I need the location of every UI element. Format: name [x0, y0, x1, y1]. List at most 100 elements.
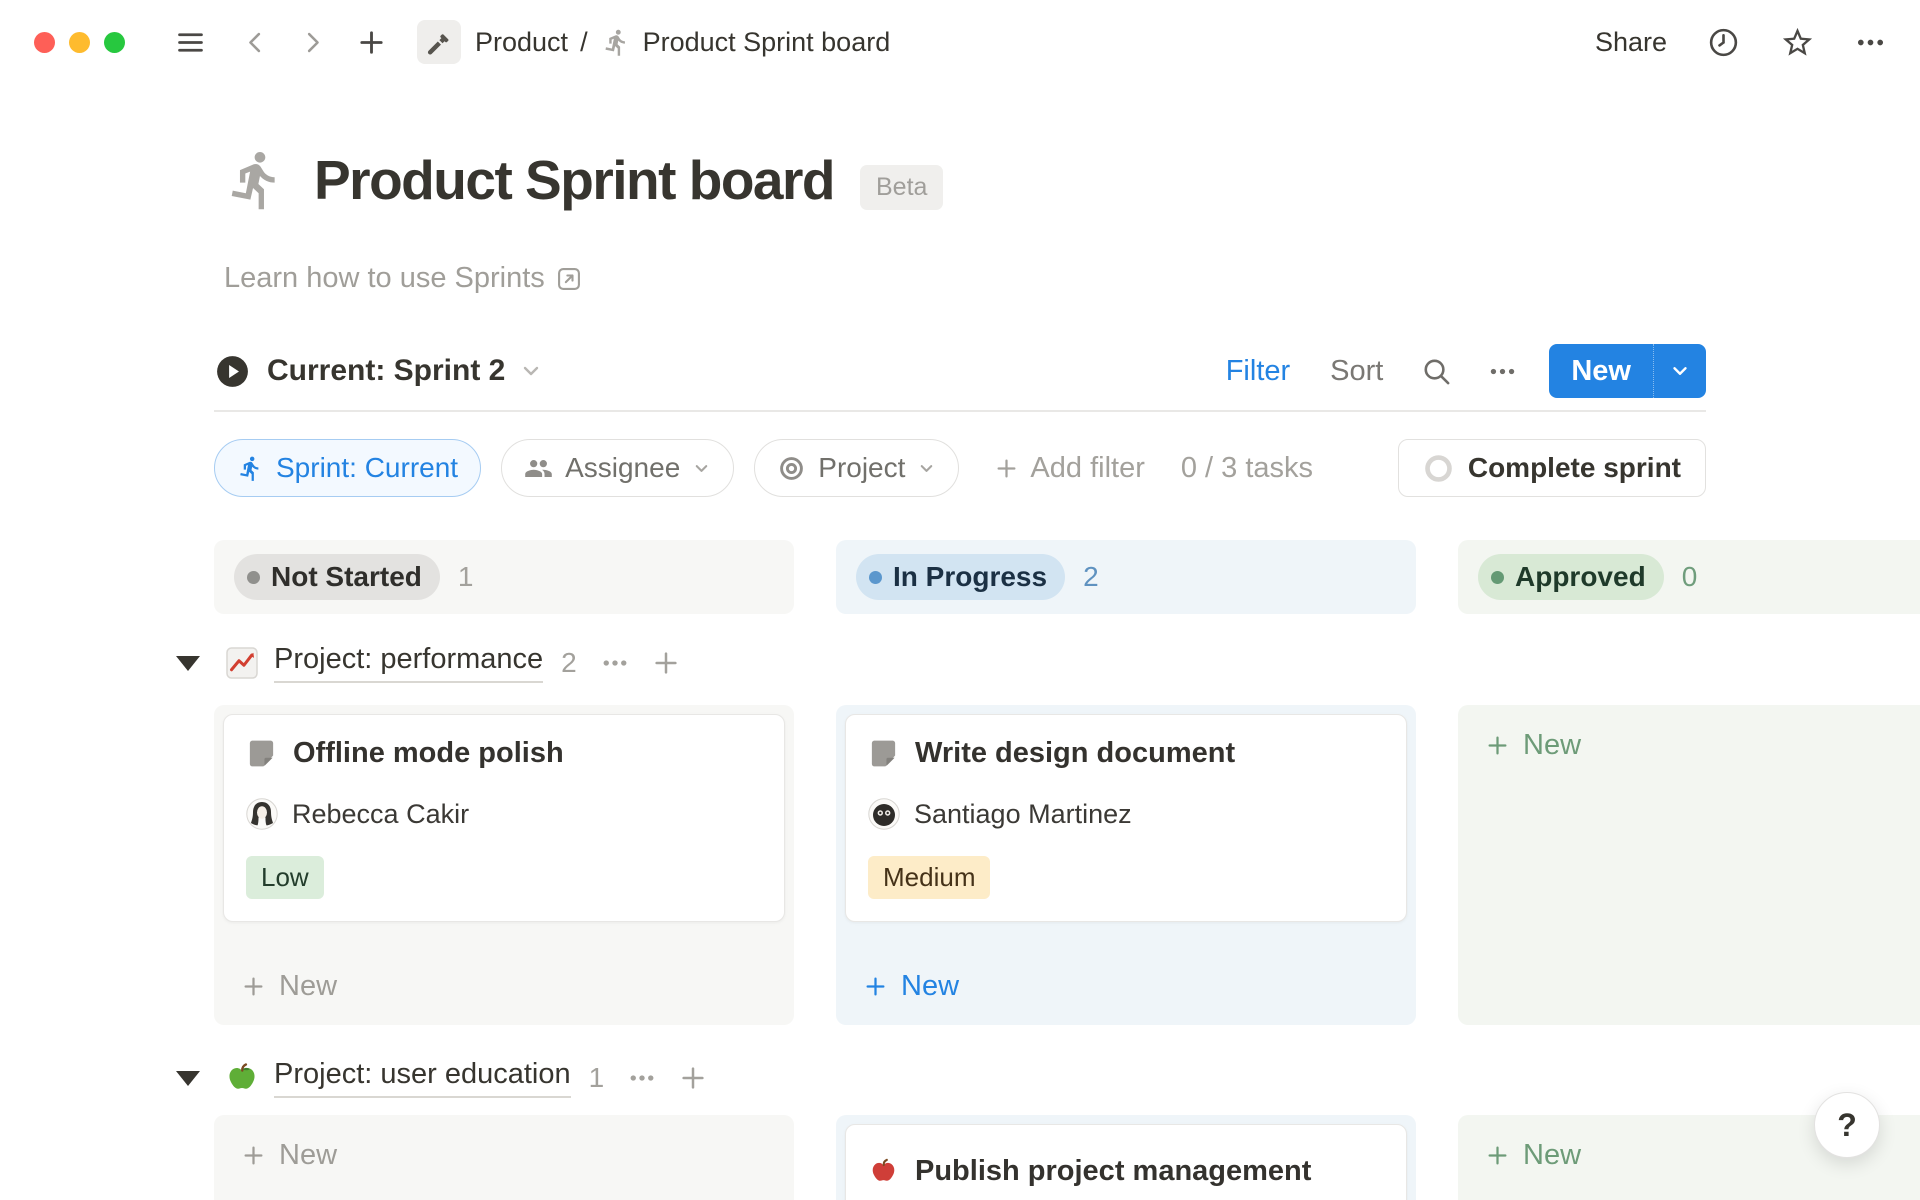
column-label: In Progress	[893, 561, 1047, 593]
beta-badge: Beta	[860, 165, 943, 210]
group-count: 2	[561, 647, 577, 679]
search-icon[interactable]	[1421, 356, 1452, 387]
group-add-icon[interactable]	[651, 648, 681, 678]
new-card-button[interactable]: New	[214, 1115, 794, 1190]
collapse-triangle-icon[interactable]	[176, 1071, 200, 1086]
assignee-filter-chip[interactable]: Assignee	[501, 439, 734, 497]
maximize-window-button[interactable]	[104, 32, 125, 53]
new-task-dropdown-icon[interactable]	[1653, 344, 1706, 398]
group-count: 1	[589, 1062, 605, 1094]
new-page-icon[interactable]	[356, 27, 387, 58]
group-options-icon[interactable]	[628, 1064, 656, 1092]
status-dot	[247, 571, 260, 584]
status-pill-not-started[interactable]: Not Started	[234, 554, 440, 600]
assignee-filter-label: Assignee	[565, 452, 680, 484]
kanban-board: Not Started 1 In Progress 2 Approved 0 P…	[214, 540, 1920, 1200]
runner-icon	[602, 28, 631, 57]
share-button[interactable]: Share	[1595, 27, 1667, 58]
plus-icon	[240, 973, 267, 1000]
add-filter-label: Add filter	[1030, 452, 1144, 485]
filter-button[interactable]: Filter	[1226, 355, 1290, 388]
card-title: Publish project management	[915, 1155, 1311, 1188]
help-button[interactable]: ?	[1814, 1092, 1880, 1158]
external-link-icon	[555, 265, 583, 293]
new-card-label: New	[279, 1139, 337, 1172]
plus-icon	[993, 455, 1020, 482]
assignee-name: Rebecca Cakir	[292, 799, 469, 830]
runner-page-icon[interactable]	[224, 148, 288, 212]
close-window-button[interactable]	[34, 32, 55, 53]
cell-approved-performance: New	[1458, 705, 1920, 1025]
new-card-button[interactable]: New	[214, 952, 794, 1025]
priority-tag: Low	[246, 856, 324, 899]
new-card-label: New	[1523, 729, 1581, 762]
filter-bar: Sprint: Current Assignee Project Add fil…	[214, 438, 1706, 498]
new-task-button-label[interactable]: New	[1549, 344, 1653, 398]
collapse-triangle-icon[interactable]	[176, 656, 200, 671]
new-card-button[interactable]: New	[836, 952, 1416, 1025]
sprint-filter-chip[interactable]: Sprint: Current	[214, 439, 481, 497]
task-card-publish-project-management[interactable]: Publish project management	[845, 1124, 1407, 1200]
new-card-button[interactable]: New	[1458, 705, 1920, 780]
star-favorite-icon[interactable]	[1780, 25, 1815, 60]
tasks-progress: 0 / 3 tasks	[1181, 452, 1313, 485]
back-icon[interactable]	[242, 29, 269, 56]
breadcrumb-parent[interactable]: Product	[475, 27, 568, 58]
current-sprint-view-tab[interactable]: Current: Sprint 2	[214, 353, 543, 390]
task-card-write-design-document[interactable]: Write design document Santiago Martinez …	[845, 714, 1407, 922]
plus-icon	[240, 1142, 267, 1169]
column-count: 1	[458, 561, 474, 593]
chart-increasing-icon	[224, 645, 260, 681]
people-icon	[524, 454, 553, 483]
column-label: Not Started	[271, 561, 422, 593]
new-task-button[interactable]: New	[1549, 344, 1706, 398]
more-options-icon[interactable]	[1855, 27, 1886, 58]
plus-icon	[862, 973, 889, 1000]
sort-button[interactable]: Sort	[1330, 355, 1383, 388]
green-apple-icon	[224, 1060, 260, 1096]
view-options-icon[interactable]	[1488, 357, 1517, 386]
priority-tag: Medium	[868, 856, 990, 899]
forward-icon[interactable]	[299, 29, 326, 56]
page-title[interactable]: Product Sprint board	[314, 148, 834, 212]
column-count: 2	[1083, 561, 1099, 593]
group-label[interactable]: Project: performance	[274, 643, 543, 683]
sidebar-toggle-icon[interactable]	[175, 27, 206, 58]
group-label[interactable]: Project: user education	[274, 1058, 571, 1098]
toolbar-divider	[214, 410, 1706, 412]
column-not-started-header: Not Started 1	[214, 540, 794, 614]
red-apple-icon	[868, 1156, 899, 1187]
group-header-user-education: Project: user education 1	[214, 1047, 708, 1109]
page-header: Product Sprint board Beta	[224, 148, 943, 212]
group-options-icon[interactable]	[601, 649, 629, 677]
group-add-icon[interactable]	[678, 1063, 708, 1093]
sprint-filter-label: Sprint: Current	[276, 452, 458, 484]
hammer-icon[interactable]	[417, 20, 461, 64]
avatar-rebecca	[246, 798, 278, 830]
plus-icon	[1484, 1142, 1511, 1169]
clock-history-icon[interactable]	[1707, 26, 1740, 59]
new-card-label: New	[1523, 1139, 1581, 1172]
project-filter-label: Project	[818, 452, 905, 484]
status-pill-approved[interactable]: Approved	[1478, 554, 1664, 600]
top-bar: Product / Product Sprint board Share	[0, 0, 1920, 84]
complete-sprint-button[interactable]: Complete sprint	[1398, 439, 1706, 497]
view-toolbar: Current: Sprint 2 Filter Sort New	[214, 338, 1706, 404]
chevron-down-icon	[692, 459, 711, 478]
add-filter-button[interactable]: Add filter	[993, 452, 1144, 485]
learn-link[interactable]: Learn how to use Sprints	[224, 262, 583, 295]
status-dot	[869, 571, 882, 584]
page-icon	[246, 738, 277, 769]
breadcrumb-current[interactable]: Product Sprint board	[643, 27, 891, 58]
column-count: 0	[1682, 561, 1698, 593]
view-label: Current: Sprint 2	[267, 354, 505, 388]
learn-link-label: Learn how to use Sprints	[224, 262, 545, 295]
page-icon	[868, 738, 899, 769]
task-card-offline-mode-polish[interactable]: Offline mode polish Rebecca Cakir Low	[223, 714, 785, 922]
status-pill-in-progress[interactable]: In Progress	[856, 554, 1065, 600]
chevron-down-icon	[519, 359, 543, 383]
window-controls	[34, 32, 125, 53]
card-title: Write design document	[915, 737, 1235, 770]
project-filter-chip[interactable]: Project	[754, 439, 959, 497]
minimize-window-button[interactable]	[69, 32, 90, 53]
